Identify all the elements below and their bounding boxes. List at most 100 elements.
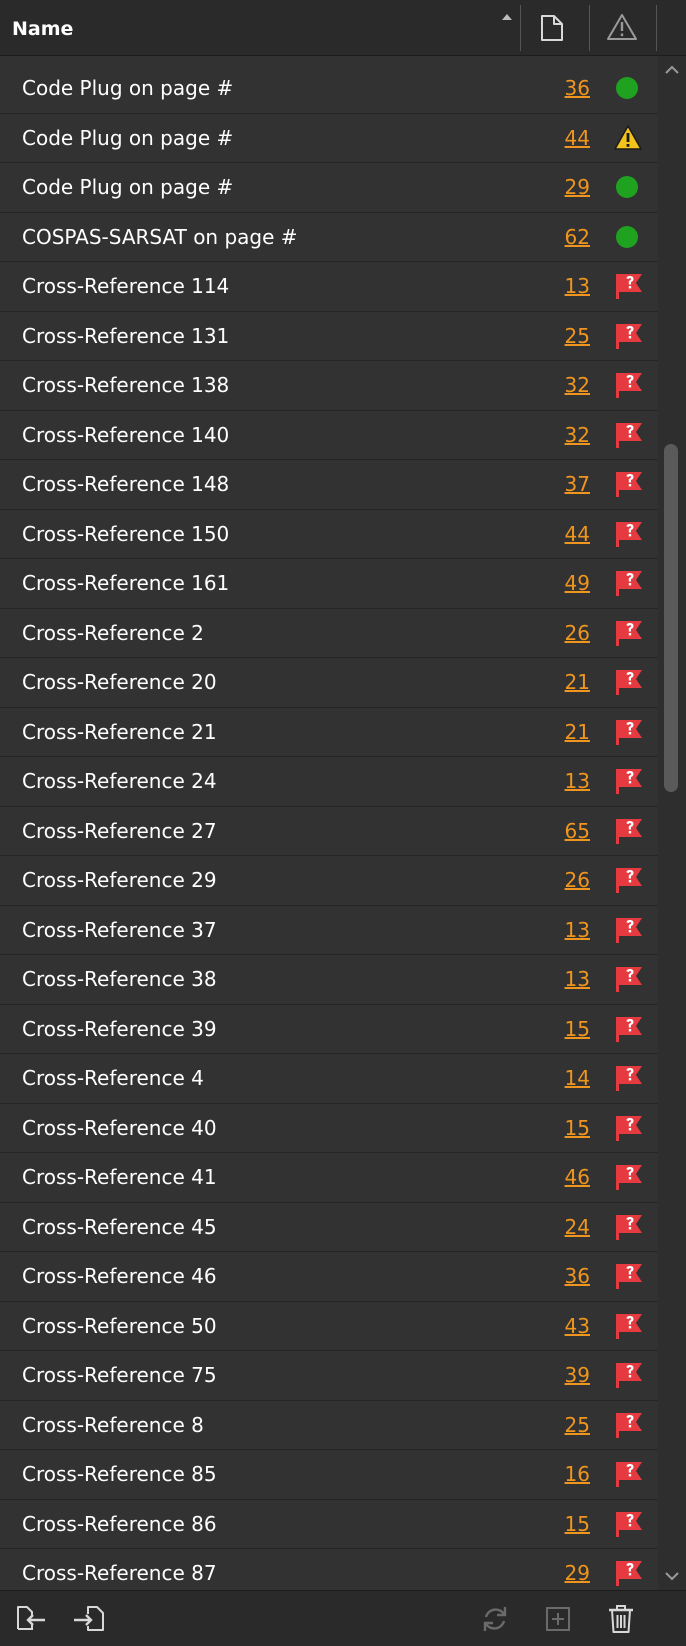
list-item[interactable]: Cross-Reference 2 26 xyxy=(0,608,658,658)
page-link[interactable]: 32 xyxy=(565,423,590,447)
list-item[interactable]: Cross-Reference 39 15 xyxy=(0,1004,658,1054)
list-item[interactable]: Cross-Reference 38 13 xyxy=(0,955,658,1005)
list-item[interactable]: Cross-Reference 21 21 xyxy=(0,707,658,757)
list-item[interactable]: Cross-Reference 85 16 xyxy=(0,1450,658,1500)
page-link[interactable]: 36 xyxy=(565,1264,590,1288)
list-item[interactable]: Cross-Reference 114 13 xyxy=(0,262,658,312)
list-item[interactable]: Cross-Reference 24 13 xyxy=(0,757,658,807)
page-link[interactable]: 37 xyxy=(565,472,590,496)
page-link[interactable]: 26 xyxy=(565,868,590,892)
item-name: Code Plug on page # xyxy=(22,76,234,100)
page-link[interactable]: 13 xyxy=(565,769,590,793)
page-link[interactable]: 15 xyxy=(565,1512,590,1536)
item-name: Cross-Reference 27 xyxy=(22,818,217,843)
list-item[interactable]: Cross-Reference 131 25 xyxy=(0,311,658,361)
column-divider[interactable] xyxy=(520,5,521,51)
column-divider[interactable] xyxy=(589,5,590,51)
add-icon xyxy=(546,1607,570,1631)
item-name: Cross-Reference 140 xyxy=(22,422,230,447)
item-name: Cross-Reference 161 xyxy=(22,571,230,595)
list-item[interactable]: Cross-Reference 20 21 xyxy=(0,658,658,708)
item-name: Cross-Reference 21 xyxy=(22,719,217,744)
list-item[interactable]: Cross-Reference 140 32 xyxy=(0,410,658,460)
page-link[interactable]: 13 xyxy=(565,274,590,298)
page-link[interactable]: 26 xyxy=(565,621,590,645)
list-item[interactable]: Cross-Reference 75 39 xyxy=(0,1351,658,1401)
item-name: Cross-Reference 50 xyxy=(22,1313,217,1338)
list-item[interactable]: Cross-Reference 50 43 xyxy=(0,1301,658,1351)
list-item[interactable]: Cross-Reference 148 37 xyxy=(0,460,658,510)
warning-status-icon xyxy=(614,124,642,150)
list-item[interactable]: Cross-Reference 87 29 xyxy=(0,1549,658,1590)
page-link[interactable]: 44 xyxy=(565,126,590,150)
page-link[interactable]: 25 xyxy=(565,324,590,348)
sort-ascending-icon[interactable] xyxy=(502,14,512,20)
list-item[interactable]: Cross-Reference 45 24 xyxy=(0,1202,658,1252)
error-flag-icon xyxy=(616,719,642,745)
list-item[interactable]: Cross-Reference 41 46 xyxy=(0,1153,658,1203)
page-link[interactable]: 21 xyxy=(565,670,590,694)
list-item[interactable]: Cross-Reference 150 44 xyxy=(0,509,658,559)
trash-icon[interactable] xyxy=(604,1603,638,1635)
list-item[interactable]: COSPAS-SARSAT on page # 62 xyxy=(0,212,658,262)
error-flag-icon xyxy=(616,422,642,448)
column-divider[interactable] xyxy=(656,5,657,51)
page-link[interactable]: 36 xyxy=(565,76,590,100)
item-name: Cross-Reference 114 xyxy=(22,274,230,298)
page-link[interactable]: 21 xyxy=(565,720,590,744)
page-link[interactable]: 39 xyxy=(565,1363,590,1387)
item-name: Cross-Reference 20 xyxy=(22,670,217,694)
scroll-up-icon[interactable] xyxy=(660,60,684,80)
page-link[interactable]: 49 xyxy=(565,571,590,595)
page-link[interactable]: 25 xyxy=(565,1413,590,1437)
error-flag-icon xyxy=(616,472,642,497)
ok-status-icon xyxy=(616,225,638,248)
page-link[interactable]: 32 xyxy=(565,373,590,397)
list-item[interactable]: Cross-Reference 138 32 xyxy=(0,361,658,411)
scroll-down-icon[interactable] xyxy=(660,1566,684,1586)
list-item[interactable]: Cross-Reference 37 13 xyxy=(0,905,658,955)
warning-icon[interactable] xyxy=(606,13,638,41)
error-flag-icon xyxy=(616,1363,642,1388)
page-link[interactable]: 43 xyxy=(565,1314,590,1338)
item-name: Cross-Reference 38 xyxy=(22,967,217,991)
page-link[interactable]: 29 xyxy=(565,175,590,199)
page-link[interactable]: 15 xyxy=(565,1017,590,1041)
list-item[interactable]: Code Plug on page # 29 xyxy=(0,163,658,213)
list-item[interactable]: Cross-Reference 4 14 xyxy=(0,1054,658,1104)
ok-status-icon xyxy=(616,77,638,99)
page-link[interactable]: 44 xyxy=(565,522,590,546)
page-link[interactable]: 16 xyxy=(565,1462,590,1486)
page-link[interactable]: 13 xyxy=(565,967,590,991)
error-flag-icon xyxy=(616,1016,642,1042)
page-link[interactable]: 46 xyxy=(565,1165,590,1189)
error-flag-icon xyxy=(616,323,642,349)
list-item[interactable]: Cross-Reference 27 65 xyxy=(0,806,658,856)
page-link[interactable]: 24 xyxy=(565,1215,590,1239)
page-link[interactable]: 14 xyxy=(565,1066,590,1090)
list-item[interactable]: Cross-Reference 40 15 xyxy=(0,1103,658,1153)
item-name: Cross-Reference 75 xyxy=(22,1363,217,1387)
list-item[interactable]: Code Plug on page # 36 xyxy=(0,64,658,114)
item-name: COSPAS-SARSAT on page # xyxy=(22,224,298,249)
page-icon[interactable] xyxy=(539,14,565,42)
page-link[interactable]: 29 xyxy=(565,1561,590,1585)
import-icon[interactable] xyxy=(72,1603,106,1635)
list-item[interactable]: Cross-Reference 86 15 xyxy=(0,1499,658,1549)
scrollbar-thumb[interactable] xyxy=(664,444,678,792)
list-item[interactable]: Cross-Reference 8 25 xyxy=(0,1400,658,1450)
export-icon[interactable] xyxy=(14,1603,48,1635)
page-link[interactable]: 65 xyxy=(565,819,590,843)
vertical-scrollbar[interactable] xyxy=(658,56,686,1590)
item-name: Cross-Reference 41 xyxy=(22,1165,217,1189)
column-header-name[interactable]: Name xyxy=(12,18,73,40)
reference-list: Code Plug on page #36 Code Plug on page #… xyxy=(0,64,658,1590)
list-item[interactable]: Cross-Reference 29 26 xyxy=(0,856,658,906)
page-link[interactable]: 62 xyxy=(565,225,590,249)
list-item[interactable]: Cross-Reference 161 49 xyxy=(0,559,658,609)
list-item[interactable]: Code Plug on page # 44 xyxy=(0,113,658,163)
page-link[interactable]: 15 xyxy=(565,1116,590,1140)
list-item[interactable]: Cross-Reference 46 36 xyxy=(0,1252,658,1302)
page-link[interactable]: 13 xyxy=(565,918,590,942)
error-flag-icon xyxy=(616,1165,642,1190)
